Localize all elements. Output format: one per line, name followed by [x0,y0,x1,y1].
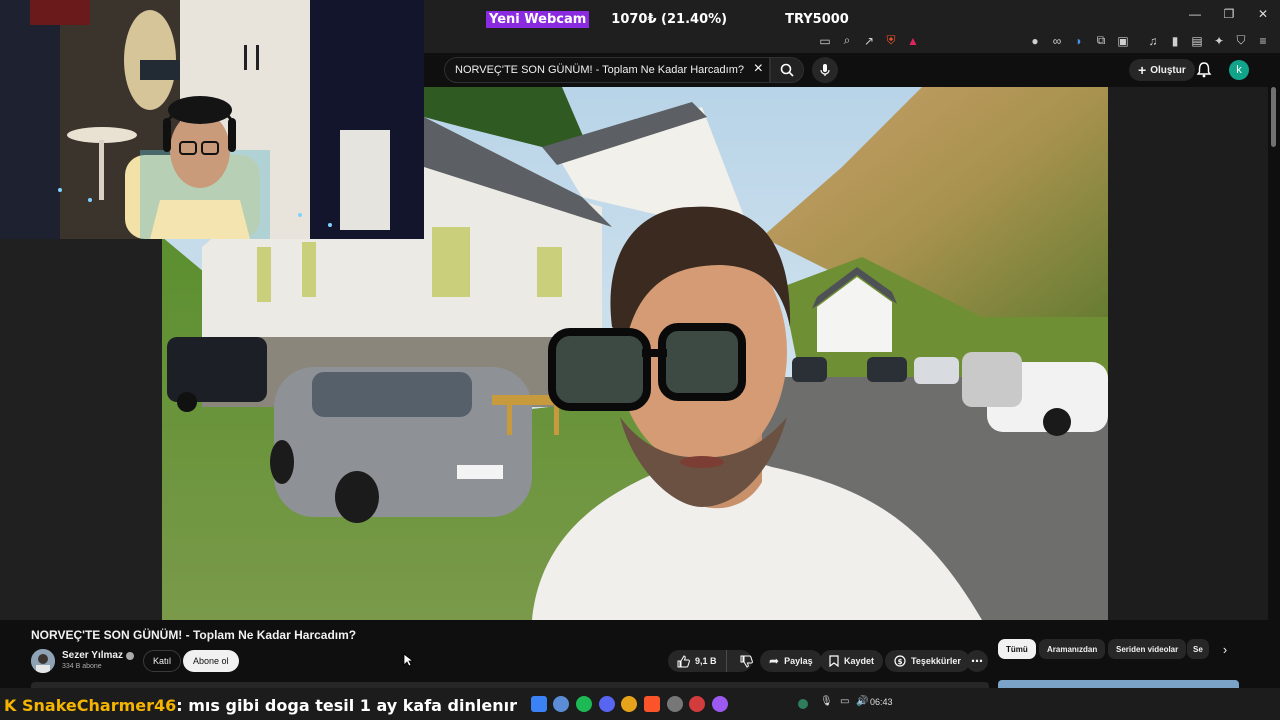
ambient-left [0,239,162,620]
tray-display-icon[interactable]: ▭ [840,696,856,712]
maximize-icon[interactable]: ❐ [1212,0,1246,28]
goal-current-amount: 1070₺ (21.40%) [611,12,728,27]
minimize-icon[interactable]: — [1178,0,1212,28]
plus-icon: + [1138,62,1147,78]
discord-icon[interactable] [599,696,615,712]
related-video-thumbnail[interactable] [998,680,1239,688]
cast-icon[interactable]: ▭ [814,30,836,52]
bookmark-icon [829,655,839,667]
channel-avatar-image [31,649,55,673]
share-icon: ➦ [769,654,780,668]
ambient-right [1108,87,1268,620]
media-icon[interactable]: ♫ [1142,30,1164,52]
chat-message-text: mıs gibi doga tesil 1 ay kafa dinlenır [188,696,517,715]
super-thanks-icon: $ [894,655,906,667]
notifications-bell-icon[interactable] [1195,61,1213,79]
close-window-icon[interactable]: ✕ [1246,0,1280,28]
like-button[interactable]: 9,1 B [668,650,727,672]
chip-series-videos[interactable]: Seriden videolar [1108,639,1187,659]
subscribe-button[interactable]: Abone ol [183,650,239,672]
save-button[interactable]: Kaydet [820,650,884,672]
chip-from-search[interactable]: Aramanızdan [1039,639,1106,659]
create-button[interactable]: + Oluştur [1129,59,1195,81]
search-input[interactable]: NORVEÇ'TE SON GÜNÜM! - Toplam Ne Kadar H… [444,57,770,83]
zoom-icon[interactable]: ⌕ [836,30,858,52]
thumbs-down-icon [740,655,753,668]
share-page-icon[interactable]: ↗ [858,30,880,52]
verified-badge-icon [125,651,134,660]
thanks-label: Teşekkürler [911,656,961,666]
spotify-icon[interactable] [576,696,592,712]
chrome-icon[interactable] [621,696,637,712]
chat-username: SnakeCharmer46 [21,696,177,715]
channel-avatar[interactable] [31,649,55,673]
extension-icon-3[interactable]: ◗ [1068,30,1090,52]
menu-icon[interactable]: ≡ [1252,30,1274,52]
vpn-icon[interactable]: ⛉ [1230,30,1252,52]
youtube-masthead: NORVEÇ'TE SON GÜNÜM! - Toplam Ne Kadar H… [424,53,1280,87]
widgets-icon[interactable] [553,696,569,712]
webcam-feed-image [0,0,424,239]
stream-goal-overlay: Yeni Webcam 1070₺ (21.40%) TRY5000 [486,9,849,30]
chat-message-ticker: K SnakeCharmer46: mıs gibi doga tesil 1 … [4,696,517,715]
like-dislike-group: 9,1 B [668,650,753,672]
chevron-right-icon[interactable]: › [1215,639,1235,659]
chip-truncated[interactable]: Se [1187,639,1209,659]
microphone-icon [820,64,830,76]
screenshot-icon[interactable]: ▣ [1112,30,1134,52]
github-icon[interactable] [667,696,683,712]
svg-text:$: $ [898,658,903,666]
channel-name[interactable]: Sezer Yılmaz [62,650,134,661]
scrollbar-thumb[interactable] [1271,87,1276,147]
tray-mic-icon[interactable]: 🎙 [820,696,836,712]
channel-name-text: Sezer Yılmaz [62,650,123,661]
browser-toolbar: ▭ ⌕ ↗ ⛨ ▲ ● ∞ ◗ ⧉ ▣ ♫ ▮ ▤ ✦ ⛉ ≡ [424,28,1280,53]
taskbar-clock[interactable]: 06:43 [870,697,893,707]
share-button[interactable]: ➦ Paylaş [760,650,822,672]
subscriber-count: 334 B abone [62,663,102,670]
dislike-button[interactable] [732,650,761,672]
save-label: Kaydet [844,656,875,666]
brave-icon[interactable] [644,696,660,712]
more-dots-icon: ⋯ [971,654,983,668]
chip-all[interactable]: Tümü [998,639,1036,659]
windows-start-icon[interactable] [531,696,547,712]
mouse-cursor-icon [403,653,415,667]
wallet-icon[interactable]: ▤ [1186,30,1208,52]
extension-icon-2[interactable]: ∞ [1046,30,1068,52]
search-button[interactable] [770,57,804,83]
thumbs-up-icon [677,654,690,667]
like-count: 9,1 B [695,656,717,666]
create-label: Oluştur [1150,64,1186,76]
tray-app-icon[interactable] [798,699,808,709]
webcam-goal-label: Yeni Webcam [486,11,590,28]
extension-icon-1[interactable]: ● [1024,30,1046,52]
app-icon[interactable] [712,696,728,712]
search-icon [780,63,794,77]
webcam-overlay [0,0,424,239]
account-avatar[interactable]: k [1229,60,1249,80]
leo-ai-icon[interactable]: ✦ [1208,30,1230,52]
window-controls: — ❐ ✕ [1178,0,1280,28]
share-label: Paylaş [784,656,813,666]
extensions-puzzle-icon[interactable]: ⧉ [1090,30,1112,52]
search-query-text: NORVEÇ'TE SON GÜNÜM! - Toplam Ne Kadar H… [455,64,744,76]
video-title: NORVEÇ'TE SON GÜNÜM! - Toplam Ne Kadar H… [31,628,357,642]
thanks-button[interactable]: $ Teşekkürler [885,650,970,672]
brave-shield-icon[interactable]: ⛨ [880,30,902,52]
chat-platform-icon: K [4,696,17,715]
goal-target-amount: TRY5000 [785,12,849,27]
obs-icon[interactable] [689,696,705,712]
brave-rewards-icon[interactable]: ▲ [902,30,924,52]
clear-search-icon[interactable]: × [754,60,763,78]
voice-search-button[interactable] [812,57,838,83]
join-button[interactable]: Katıl [143,650,182,672]
sidebar-icon[interactable]: ▮ [1164,30,1186,52]
more-actions-button[interactable]: ⋯ [966,650,988,672]
page-scrollbar[interactable] [1269,87,1277,682]
